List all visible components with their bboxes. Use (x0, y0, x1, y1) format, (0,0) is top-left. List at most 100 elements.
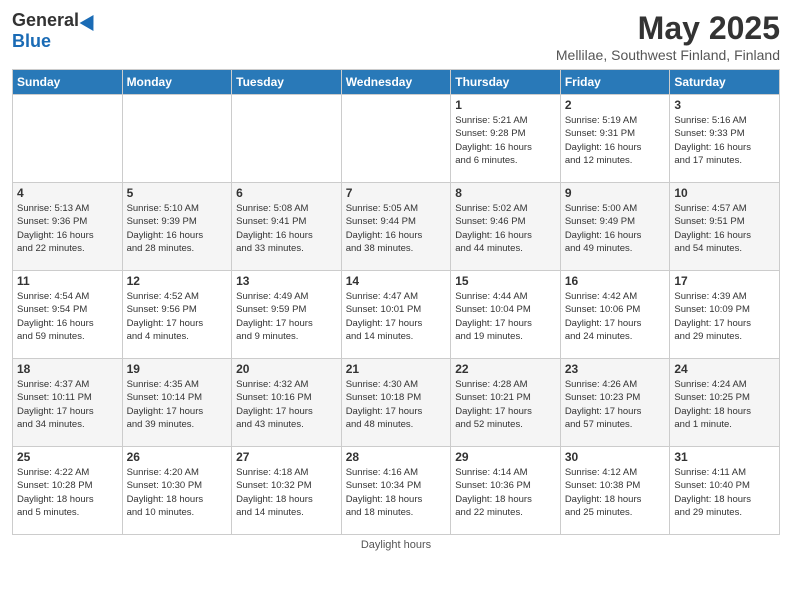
day-info: Sunrise: 4:16 AM Sunset: 10:34 PM Daylig… (346, 466, 447, 519)
day-number: 8 (455, 186, 556, 200)
calendar-cell: 19Sunrise: 4:35 AM Sunset: 10:14 PM Dayl… (122, 359, 232, 447)
day-info: Sunrise: 4:32 AM Sunset: 10:16 PM Daylig… (236, 378, 337, 431)
calendar-cell: 17 Sunrise: 4:39 AM Sunset: 10:09 PM Dayl… (670, 271, 780, 359)
day-number: 17 (674, 274, 775, 288)
calendar-cell (13, 95, 123, 183)
calendar-cell: 5 Sunrise: 5:10 AM Sunset: 9:39 PM Daylig… (122, 183, 232, 271)
day-info: Sunrise: 5:00 AM Sunset: 9:49 PM Dayligh… (565, 202, 666, 255)
day-info: Sunrise: 4:42 AM Sunset: 10:06 PM Daylig… (565, 290, 666, 343)
calendar-cell: 29Sunrise: 4:14 AM Sunset: 10:36 PM Dayl… (451, 447, 561, 535)
title-block: May 2025 Mellilae, Southwest Finland, Fi… (556, 10, 780, 63)
calendar-cell: 22Sunrise: 4:28 AM Sunset: 10:21 PM Dayl… (451, 359, 561, 447)
day-number: 5 (127, 186, 228, 200)
day-info: Sunrise: 4:37 AM Sunset: 10:11 PM Daylig… (17, 378, 118, 431)
calendar-cell: 13 Sunrise: 4:49 AM Sunset: 9:59 PM Dayli… (232, 271, 342, 359)
day-number: 25 (17, 450, 118, 464)
calendar-weekday-saturday: Saturday (670, 70, 780, 95)
logo: General Blue (12, 10, 98, 52)
calendar-table: SundayMondayTuesdayWednesdayThursdayFrid… (12, 69, 780, 535)
day-info: Sunrise: 5:08 AM Sunset: 9:41 PM Dayligh… (236, 202, 337, 255)
subtitle: Mellilae, Southwest Finland, Finland (556, 47, 780, 63)
day-info: Sunrise: 5:16 AM Sunset: 9:33 PM Dayligh… (674, 114, 775, 167)
calendar-header-row: SundayMondayTuesdayWednesdayThursdayFrid… (13, 70, 780, 95)
day-number: 6 (236, 186, 337, 200)
calendar-footer: Daylight hours (12, 539, 780, 551)
logo-triangle-icon (80, 10, 101, 30)
day-info: Sunrise: 4:49 AM Sunset: 9:59 PM Dayligh… (236, 290, 337, 343)
calendar-cell: 15 Sunrise: 4:44 AM Sunset: 10:04 PM Dayl… (451, 271, 561, 359)
page-header: General Blue May 2025 Mellilae, Southwes… (12, 10, 780, 63)
logo-general-text: General (12, 10, 79, 31)
calendar-cell: 2 Sunrise: 5:19 AM Sunset: 9:31 PM Daylig… (560, 95, 670, 183)
calendar-cell: 26Sunrise: 4:20 AM Sunset: 10:30 PM Dayl… (122, 447, 232, 535)
calendar-cell: 16 Sunrise: 4:42 AM Sunset: 10:06 PM Dayl… (560, 271, 670, 359)
calendar-cell: 1Sunrise: 5:21 AM Sunset: 9:28 PM Daylig… (451, 95, 561, 183)
page-container: General Blue May 2025 Mellilae, Southwes… (0, 0, 792, 559)
day-info: Sunrise: 4:52 AM Sunset: 9:56 PM Dayligh… (127, 290, 228, 343)
calendar-cell (232, 95, 342, 183)
calendar-cell: 23 Sunrise: 4:26 AM Sunset: 10:23 PM Dayl… (560, 359, 670, 447)
calendar-cell: 21 Sunrise: 4:30 AM Sunset: 10:18 PM Dayl… (341, 359, 451, 447)
day-number: 7 (346, 186, 447, 200)
main-title: May 2025 (556, 10, 780, 47)
calendar-cell (122, 95, 232, 183)
calendar-cell: 3 Sunrise: 5:16 AM Sunset: 9:33 PM Daylig… (670, 95, 780, 183)
calendar-weekday-tuesday: Tuesday (232, 70, 342, 95)
day-number: 18 (17, 362, 118, 376)
calendar-cell: 12Sunrise: 4:52 AM Sunset: 9:56 PM Dayli… (122, 271, 232, 359)
calendar-cell: 9 Sunrise: 5:00 AM Sunset: 9:49 PM Daylig… (560, 183, 670, 271)
day-info: Sunrise: 5:19 AM Sunset: 9:31 PM Dayligh… (565, 114, 666, 167)
day-info: Sunrise: 4:22 AM Sunset: 10:28 PM Daylig… (17, 466, 118, 519)
day-number: 24 (674, 362, 775, 376)
calendar-week-row: 4 Sunrise: 5:13 AM Sunset: 9:36 PM Daylig… (13, 183, 780, 271)
day-number: 14 (346, 274, 447, 288)
calendar-weekday-sunday: Sunday (13, 70, 123, 95)
day-number: 2 (565, 98, 666, 112)
day-number: 11 (17, 274, 118, 288)
day-number: 26 (127, 450, 228, 464)
day-info: Sunrise: 4:11 AM Sunset: 10:40 PM Daylig… (674, 466, 775, 519)
day-number: 28 (346, 450, 447, 464)
day-number: 13 (236, 274, 337, 288)
calendar-cell: 6 Sunrise: 5:08 AM Sunset: 9:41 PM Daylig… (232, 183, 342, 271)
calendar-cell: 10Sunrise: 4:57 AM Sunset: 9:51 PM Dayli… (670, 183, 780, 271)
day-number: 4 (17, 186, 118, 200)
calendar-cell: 27Sunrise: 4:18 AM Sunset: 10:32 PM Dayl… (232, 447, 342, 535)
calendar-cell: 30Sunrise: 4:12 AM Sunset: 10:38 PM Dayl… (560, 447, 670, 535)
calendar-cell: 25 Sunrise: 4:22 AM Sunset: 10:28 PM Dayl… (13, 447, 123, 535)
calendar-weekday-thursday: Thursday (451, 70, 561, 95)
day-info: Sunrise: 5:05 AM Sunset: 9:44 PM Dayligh… (346, 202, 447, 255)
day-info: Sunrise: 4:39 AM Sunset: 10:09 PM Daylig… (674, 290, 775, 343)
calendar-cell: 24Sunrise: 4:24 AM Sunset: 10:25 PM Dayl… (670, 359, 780, 447)
day-number: 22 (455, 362, 556, 376)
day-info: Sunrise: 5:10 AM Sunset: 9:39 PM Dayligh… (127, 202, 228, 255)
day-info: Sunrise: 4:30 AM Sunset: 10:18 PM Daylig… (346, 378, 447, 431)
day-number: 21 (346, 362, 447, 376)
calendar-weekday-monday: Monday (122, 70, 232, 95)
day-number: 23 (565, 362, 666, 376)
day-number: 9 (565, 186, 666, 200)
daylight-label: Daylight hours (361, 539, 431, 551)
day-number: 31 (674, 450, 775, 464)
day-number: 10 (674, 186, 775, 200)
calendar-week-row: 1Sunrise: 5:21 AM Sunset: 9:28 PM Daylig… (13, 95, 780, 183)
day-info: Sunrise: 4:26 AM Sunset: 10:23 PM Daylig… (565, 378, 666, 431)
day-info: Sunrise: 4:47 AM Sunset: 10:01 PM Daylig… (346, 290, 447, 343)
calendar-cell: 31 Sunrise: 4:11 AM Sunset: 10:40 PM Dayl… (670, 447, 780, 535)
day-number: 20 (236, 362, 337, 376)
day-number: 29 (455, 450, 556, 464)
day-number: 3 (674, 98, 775, 112)
calendar-week-row: 18 Sunrise: 4:37 AM Sunset: 10:11 PM Dayl… (13, 359, 780, 447)
calendar-cell: 18 Sunrise: 4:37 AM Sunset: 10:11 PM Dayl… (13, 359, 123, 447)
day-number: 30 (565, 450, 666, 464)
calendar-cell: 7 Sunrise: 5:05 AM Sunset: 9:44 PM Daylig… (341, 183, 451, 271)
day-info: Sunrise: 4:54 AM Sunset: 9:54 PM Dayligh… (17, 290, 118, 343)
day-info: Sunrise: 4:44 AM Sunset: 10:04 PM Daylig… (455, 290, 556, 343)
day-number: 27 (236, 450, 337, 464)
day-info: Sunrise: 5:02 AM Sunset: 9:46 PM Dayligh… (455, 202, 556, 255)
day-number: 15 (455, 274, 556, 288)
calendar-weekday-wednesday: Wednesday (341, 70, 451, 95)
day-info: Sunrise: 5:13 AM Sunset: 9:36 PM Dayligh… (17, 202, 118, 255)
calendar-cell: 20 Sunrise: 4:32 AM Sunset: 10:16 PM Dayl… (232, 359, 342, 447)
day-number: 16 (565, 274, 666, 288)
